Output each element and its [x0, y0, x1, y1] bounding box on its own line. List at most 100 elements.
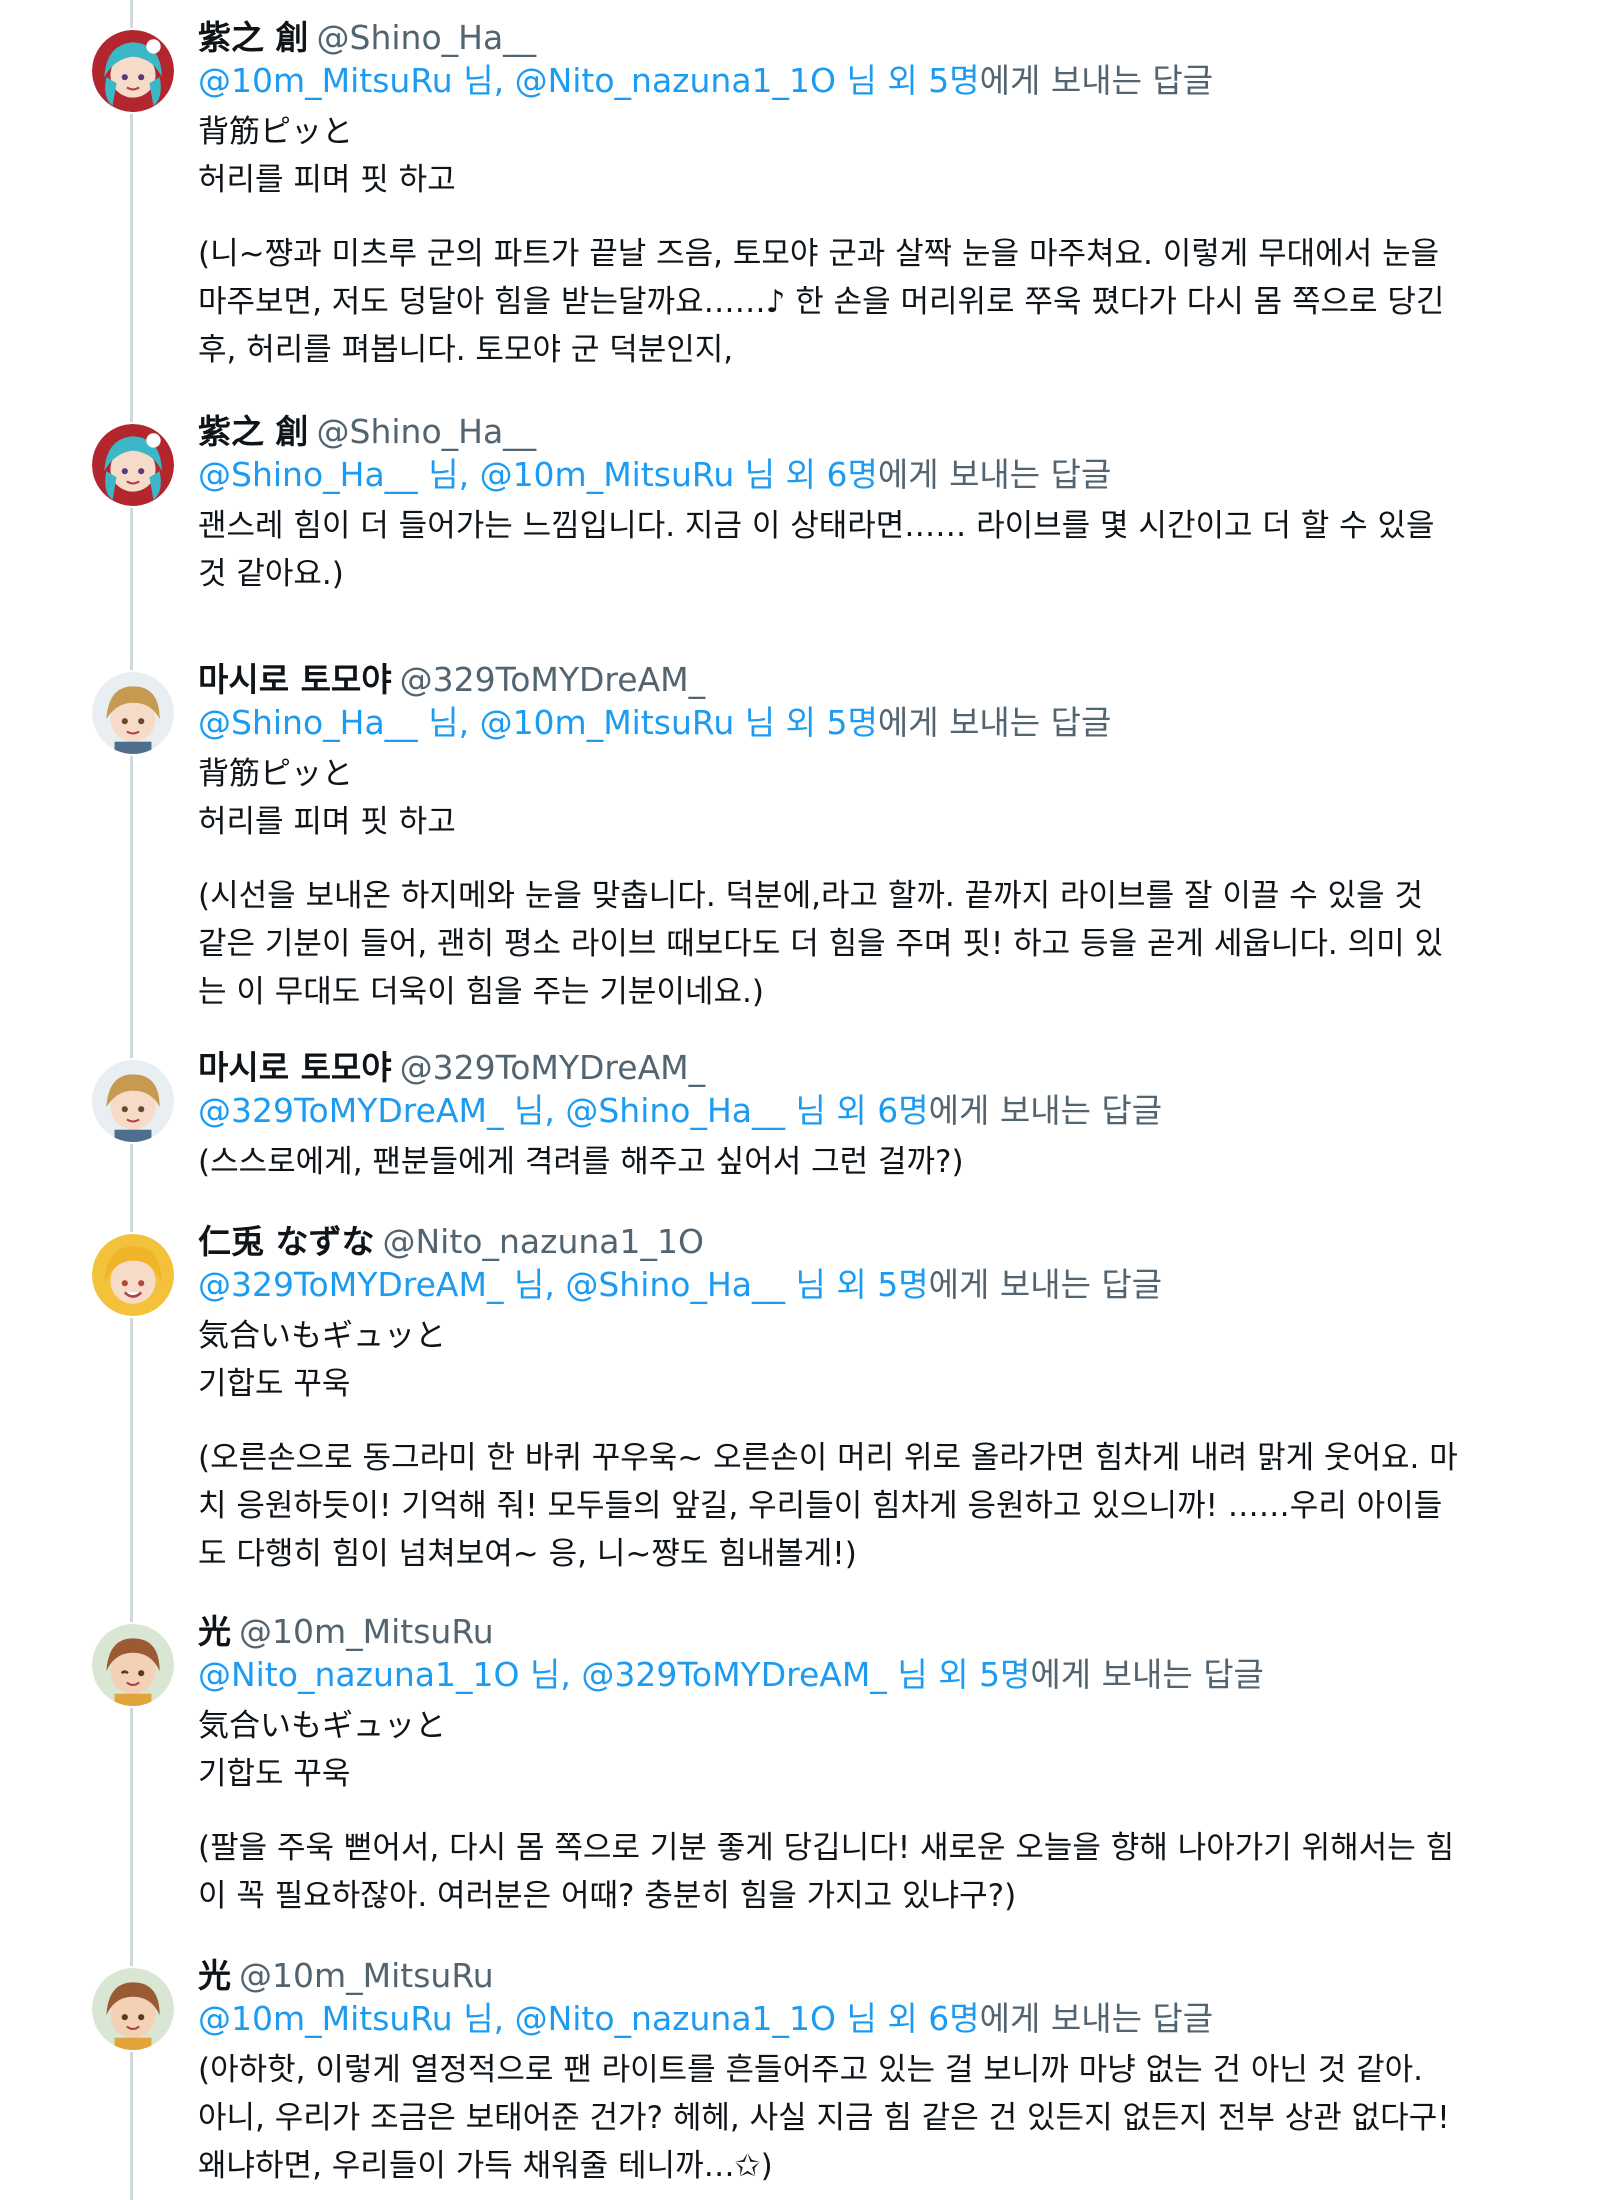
avatar[interactable] [90, 1966, 176, 2052]
others-text[interactable]: 외 [786, 703, 816, 742]
avatar[interactable] [90, 1622, 176, 1708]
nim-text: 님 [513, 1265, 545, 1304]
others-count[interactable]: 5명 [877, 1265, 928, 1304]
tweet-body: 背筋ピッと 허리를 피며 핏 하고 (니~쨩과 미츠루 군의 파트가 끝날 즈음… [198, 108, 1460, 374]
reply-context: @329ToMYDreAM_ 님, @Shino_Ha__ 님 외 6명에게 보… [198, 1091, 1163, 1130]
author-handle[interactable]: @10m_MitsuRu [239, 1956, 494, 1995]
reply-label: 에게 보내는 답글 [1030, 1655, 1264, 1694]
nim-text: 님 [795, 1265, 826, 1304]
nim-text: 님 [897, 1655, 928, 1694]
tweet-body: 気合いもギュッと 기합도 꾸욱 (오른손으로 동그라미 한 바퀴 꾸우욱~ 오른… [198, 1312, 1460, 1578]
others-text[interactable]: 외 [786, 455, 816, 494]
tweet-paragraph: (니~쨩과 미츠루 군의 파트가 끝날 즈음, 토모야 군과 살짝 눈을 마주쳐… [198, 236, 1445, 368]
reply-label: 에게 보내는 답글 [979, 1999, 1214, 2038]
avatar-tomoya-icon [92, 1060, 174, 1142]
reply-context: @10m_MitsuRu 님, @Nito_nazuna1_1O 님 외 6명에… [198, 1999, 1214, 2038]
tweet-paragraph: (스스로에게, 팬분들에게 격려를 해주고 싶어서 그런 걸까?) [198, 1144, 964, 1180]
others-count[interactable]: 6명 [928, 1999, 979, 2038]
author-name[interactable]: 마시로 토모야 [198, 1048, 392, 1087]
nim-text: 님 [744, 455, 776, 494]
others-count[interactable]: 5명 [827, 703, 878, 742]
others-text[interactable]: 외 [887, 61, 917, 100]
author-handle[interactable]: @Nito_nazuna1_1O [383, 1222, 704, 1261]
tweet-paragraph: (오른손으로 동그라미 한 바퀴 꾸우욱~ 오른손이 머리 위로 올라가면 힘차… [198, 1440, 1458, 1572]
tweet-line: 背筋ピッと [198, 114, 353, 150]
mention-link[interactable]: @329ToMYDreAM_ [198, 1265, 503, 1304]
mention-link[interactable]: @Shino_Ha__ [198, 455, 418, 494]
avatar[interactable] [90, 670, 176, 756]
avatar[interactable] [90, 422, 176, 508]
avatar-tomoya-icon [92, 672, 174, 754]
tweet-line: 기합도 꾸욱 [198, 1366, 351, 1402]
others-text[interactable]: 외 [887, 1999, 917, 2038]
author-handle[interactable]: @Shino_Ha__ [317, 18, 537, 57]
reply-label: 에게 보내는 답글 [928, 1265, 1163, 1304]
tweet-paragraph: (시선을 보내온 하지메와 눈을 맞춥니다. 덕분에,라고 할까. 끝까지 라이… [198, 878, 1444, 1010]
author-handle[interactable]: @10m_MitsuRu [239, 1612, 494, 1651]
author-name[interactable]: 光 [198, 1956, 231, 1995]
tweet-paragraph: (팔을 주욱 뻗어서, 다시 몸 쪽으로 기분 좋게 당깁니다! 새로운 오늘을… [198, 1830, 1455, 1914]
reply-context: @Nito_nazuna1_1O 님, @329ToMYDreAM_ 님 외 5… [198, 1655, 1264, 1694]
tweet-paragraph: 괜스레 힘이 더 들어가는 느낌입니다. 지금 이 상태라면…… 라이브를 몇 … [198, 508, 1435, 592]
reply-label: 에게 보내는 답글 [877, 455, 1112, 494]
author-name[interactable]: 紫之 創 [198, 412, 309, 451]
reply-context: @Shino_Ha__ 님, @10m_MitsuRu 님 외 5명에게 보내는… [198, 703, 1112, 742]
avatar-hajime-icon [92, 424, 174, 506]
mention-link[interactable]: @10m_MitsuRu [198, 1999, 453, 2038]
avatar-mitsuru-icon [92, 1624, 174, 1706]
tweet-line: 気合いもギュッと [198, 1318, 446, 1354]
nim-text: 님 [529, 1655, 561, 1694]
author-handle[interactable]: @329ToMYDreAM_ [400, 660, 705, 699]
others-count[interactable]: 5명 [979, 1655, 1030, 1694]
nim-text: 님 [463, 1999, 494, 2038]
mention-link[interactable]: @Nito_nazuna1_1O [198, 1655, 519, 1694]
mention-link[interactable]: @10m_MitsuRu [480, 455, 735, 494]
tweet-body: (아하핫, 이렇게 열정적으로 팬 라이트를 흔들어주고 있는 걸 보니까 마냥… [198, 2046, 1460, 2190]
author-name[interactable]: 紫之 創 [198, 18, 309, 57]
tweet-body: 背筋ピッと 허리를 피며 핏 하고 (시선을 보내온 하지메와 눈을 맞춥니다.… [198, 750, 1460, 1016]
nim-text: 님 [744, 703, 776, 742]
mention-link[interactable]: @Shino_Ha__ [565, 1091, 785, 1130]
author-handle[interactable]: @329ToMYDreAM_ [400, 1048, 705, 1087]
tweet-line: 허리를 피며 핏 하고 [198, 804, 456, 840]
reply-label: 에게 보내는 답글 [979, 61, 1214, 100]
nim-text: 님 [513, 1091, 545, 1130]
tweet-line: 기합도 꾸욱 [198, 1756, 351, 1792]
avatar-hajime-icon [92, 30, 174, 112]
nim-text: 님 [846, 1999, 877, 2038]
tweet-body: 気合いもギュッと 기합도 꾸욱 (팔을 주욱 뻗어서, 다시 몸 쪽으로 기분 … [198, 1702, 1460, 1920]
mention-link[interactable]: @Nito_nazuna1_1O [515, 1999, 836, 2038]
nim-text: 님 [846, 61, 877, 100]
others-count[interactable]: 5명 [928, 61, 979, 100]
author-handle[interactable]: @Shino_Ha__ [317, 412, 537, 451]
nim-text: 님 [428, 703, 459, 742]
tweet-paragraph: (아하핫, 이렇게 열정적으로 팬 라이트를 흔들어주고 있는 걸 보니까 마냥… [198, 2052, 1450, 2184]
reply-label: 에게 보내는 답글 [877, 703, 1112, 742]
avatar[interactable] [90, 1058, 176, 1144]
avatar-mitsuru-icon [92, 1968, 174, 2050]
reply-context: @10m_MitsuRu 님, @Nito_nazuna1_1O 님 외 5명에… [198, 61, 1214, 100]
others-text[interactable]: 외 [836, 1265, 866, 1304]
reply-context: @329ToMYDreAM_ 님, @Shino_Ha__ 님 외 5명에게 보… [198, 1265, 1163, 1304]
mention-link[interactable]: @Shino_Ha__ [198, 703, 418, 742]
mention-link[interactable]: @329ToMYDreAM_ [198, 1091, 503, 1130]
others-count[interactable]: 6명 [877, 1091, 928, 1130]
author-name[interactable]: 仁兎 なずな [198, 1222, 375, 1261]
tweet-body: 괜스레 힘이 더 들어가는 느낌입니다. 지금 이 상태라면…… 라이브를 몇 … [198, 502, 1460, 598]
mention-link[interactable]: @Shino_Ha__ [565, 1265, 785, 1304]
author-name[interactable]: 光 [198, 1612, 231, 1651]
nim-text: 님 [428, 455, 459, 494]
mention-link[interactable]: @Nito_nazuna1_1O [515, 61, 836, 100]
avatar[interactable] [90, 28, 176, 114]
tweet-line: 気合いもギュッと [198, 1708, 446, 1744]
others-text[interactable]: 외 [938, 1655, 968, 1694]
tweet-line: 背筋ピッと [198, 756, 353, 792]
others-count[interactable]: 6명 [827, 455, 878, 494]
nim-text: 님 [795, 1091, 826, 1130]
author-name[interactable]: 마시로 토모야 [198, 660, 392, 699]
mention-link[interactable]: @10m_MitsuRu [198, 61, 453, 100]
mention-link[interactable]: @329ToMYDreAM_ [581, 1655, 886, 1694]
others-text[interactable]: 외 [836, 1091, 866, 1130]
mention-link[interactable]: @10m_MitsuRu [480, 703, 735, 742]
avatar[interactable] [90, 1232, 176, 1318]
